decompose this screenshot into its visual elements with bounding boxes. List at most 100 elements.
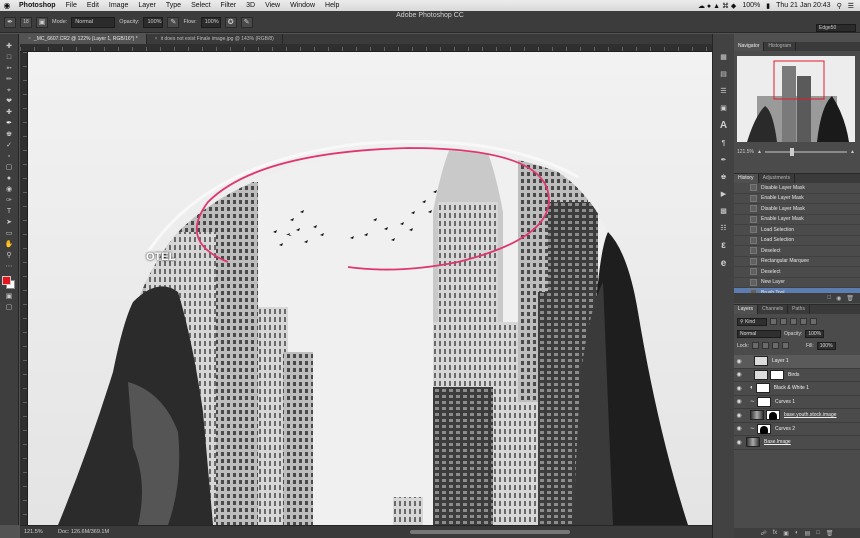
crop-tool-icon[interactable]: ⌖	[2, 86, 16, 95]
brush-panel-icon[interactable]: ▣	[36, 16, 48, 28]
history-item[interactable]: Rectangular Marquee	[734, 257, 860, 267]
navigator-zoom-slider[interactable]	[764, 148, 848, 156]
visibility-eye-icon[interactable]: ◉	[734, 385, 744, 392]
marquee-tool-icon[interactable]: □	[2, 53, 16, 62]
color-swatches[interactable]	[2, 276, 16, 290]
ruler-vertical[interactable]	[20, 52, 28, 525]
swatches-panel-icon[interactable]: ☷	[718, 223, 730, 234]
brush-size-picker[interactable]: 18	[20, 16, 32, 28]
layer-kind-filter[interactable]: ⚲ Kind	[737, 317, 767, 326]
history-brush-tool-icon[interactable]: ✓	[2, 141, 16, 150]
layer-name[interactable]: Birds	[788, 372, 799, 378]
blend-mode-select[interactable]: Normal	[737, 329, 781, 338]
layer-mask-thumbnail[interactable]	[766, 410, 780, 421]
menu-filter[interactable]: Filter	[216, 2, 242, 9]
extension-icon[interactable]: ε	[718, 240, 730, 252]
layer-mask-thumbnail[interactable]	[770, 369, 784, 380]
history-item[interactable]: New Layer	[734, 278, 860, 288]
pen-tool-icon[interactable]: ✑	[2, 196, 16, 205]
dodge-tool-icon[interactable]: ◉	[2, 185, 16, 194]
menu-help[interactable]: Help	[320, 2, 344, 9]
new-group-icon[interactable]: ▤	[805, 530, 811, 537]
battery-icon[interactable]: ▮	[766, 2, 770, 10]
lock-image-icon[interactable]	[761, 342, 769, 349]
delete-layer-icon[interactable]: 🗑	[826, 530, 834, 537]
layer-style-icon[interactable]: fx	[773, 530, 778, 536]
tab-histogram[interactable]: Histogram	[764, 42, 797, 51]
lock-all-icon[interactable]	[781, 342, 789, 349]
character-panel-icon[interactable]: A	[718, 120, 730, 132]
history-item[interactable]: Deselect	[734, 267, 860, 278]
battery-percent[interactable]: 100%	[742, 2, 760, 9]
layer-row[interactable]: ◉ base.youth.stock.image	[734, 409, 860, 423]
doc-tab-active[interactable]: × _MC_6607.CR2 @ 122% (Layer 1, RGB/16*) …	[20, 34, 147, 44]
tab-adjustments[interactable]: Adjustments	[759, 174, 796, 183]
history-item[interactable]: Enable Layer Mask	[734, 194, 860, 204]
filter-smart-icon[interactable]	[810, 318, 817, 325]
link-layers-icon[interactable]: ☍	[761, 530, 767, 537]
properties-panel-icon[interactable]: ☰	[718, 86, 730, 97]
pressure-size-icon[interactable]: ✎	[240, 16, 253, 28]
mode-select[interactable]: Normal	[71, 16, 116, 28]
workspace-select[interactable]: Edge50	[816, 24, 856, 32]
doc-size-info[interactable]: Doc: 126.6M/369.1M	[46, 529, 109, 535]
paragraph-panel-icon[interactable]: ¶	[718, 138, 730, 149]
new-document-from-state-icon[interactable]: □	[828, 295, 832, 301]
history-item[interactable]: Disable Layer Mask	[734, 204, 860, 215]
filter-shape-icon[interactable]	[800, 318, 807, 325]
visibility-eye-icon[interactable]: ◉	[734, 358, 744, 365]
gradient-tool-icon[interactable]: ▢	[2, 163, 16, 172]
more-tools-icon[interactable]: ⋯	[2, 262, 16, 271]
menu-photoshop[interactable]: Photoshop	[14, 2, 61, 9]
ep-extension-icon[interactable]: e	[718, 258, 730, 270]
brush-tool-icon[interactable]: ✒	[2, 119, 16, 128]
menu-type[interactable]: Type	[161, 2, 186, 9]
zoom-out-icon[interactable]: ▲	[757, 149, 762, 155]
zoom-level[interactable]: 121.5%	[20, 529, 46, 535]
lasso-tool-icon[interactable]: ➳	[2, 64, 16, 73]
menu-3d[interactable]: 3D	[241, 2, 260, 9]
history-item[interactable]: Load Selection	[734, 225, 860, 236]
menu-window[interactable]: Window	[285, 2, 320, 9]
libraries-panel-icon[interactable]: ▣	[718, 103, 730, 114]
eyedropper-tool-icon[interactable]: ❤	[2, 97, 16, 106]
clone-stamp-tool-icon[interactable]: ♚	[2, 130, 16, 139]
layer-row[interactable]: ◉ ◐ Black & White 1	[734, 382, 860, 396]
tab-channels[interactable]: Channels	[758, 305, 789, 314]
menu-layer[interactable]: Layer	[133, 2, 161, 9]
layer-name[interactable]: Curves 2	[775, 426, 795, 432]
document-canvas[interactable]: OTEL	[28, 52, 712, 525]
history-item[interactable]: Deselect	[734, 246, 860, 257]
airbrush-icon[interactable]: ✪	[224, 16, 237, 28]
tab-paths[interactable]: Paths	[788, 305, 810, 314]
spotlight-icon[interactable]: ⚲	[837, 2, 842, 10]
type-tool-icon[interactable]: T	[2, 207, 16, 216]
screen-mode-icon[interactable]: ▢	[2, 303, 16, 312]
opacity-field[interactable]: 100%	[143, 16, 164, 28]
tab-navigator[interactable]: Navigator	[734, 42, 765, 51]
layer-row[interactable]: ◉ Layer 1	[734, 355, 860, 369]
actions-panel-icon[interactable]: ▶	[718, 189, 730, 200]
close-tab-icon[interactable]: ×	[28, 36, 31, 42]
healing-tool-icon[interactable]: ✚	[2, 108, 16, 117]
quick-select-tool-icon[interactable]: ✏	[2, 75, 16, 84]
shape-tool-icon[interactable]: ▭	[2, 229, 16, 238]
delete-state-icon[interactable]: 🗑	[846, 295, 854, 302]
navigator-zoom[interactable]: 121.5%	[737, 149, 754, 155]
layer-fill-field[interactable]: 100%	[816, 341, 836, 350]
menu-edit[interactable]: Edit	[82, 2, 104, 9]
layer-name[interactable]: base.youth.stock.image	[784, 412, 837, 418]
blur-tool-icon[interactable]: ●	[2, 174, 16, 183]
menu-view[interactable]: View	[260, 2, 285, 9]
clone-source-icon[interactable]: ♚	[718, 172, 730, 183]
filter-adjustment-icon[interactable]	[780, 318, 787, 325]
menu-image[interactable]: Image	[104, 2, 133, 9]
history-item[interactable]: Load Selection	[734, 236, 860, 246]
ruler-horizontal[interactable]	[20, 44, 712, 52]
move-tool-icon[interactable]: ✚	[2, 42, 16, 51]
styles-panel-icon[interactable]: ▩	[718, 206, 730, 217]
horizontal-scrollbar[interactable]	[410, 530, 570, 534]
history-item[interactable]: Enable Layer Mask	[734, 215, 860, 225]
apple-menu-icon[interactable]: ◉	[0, 1, 14, 10]
info-panel-icon[interactable]: ▤	[718, 69, 730, 80]
